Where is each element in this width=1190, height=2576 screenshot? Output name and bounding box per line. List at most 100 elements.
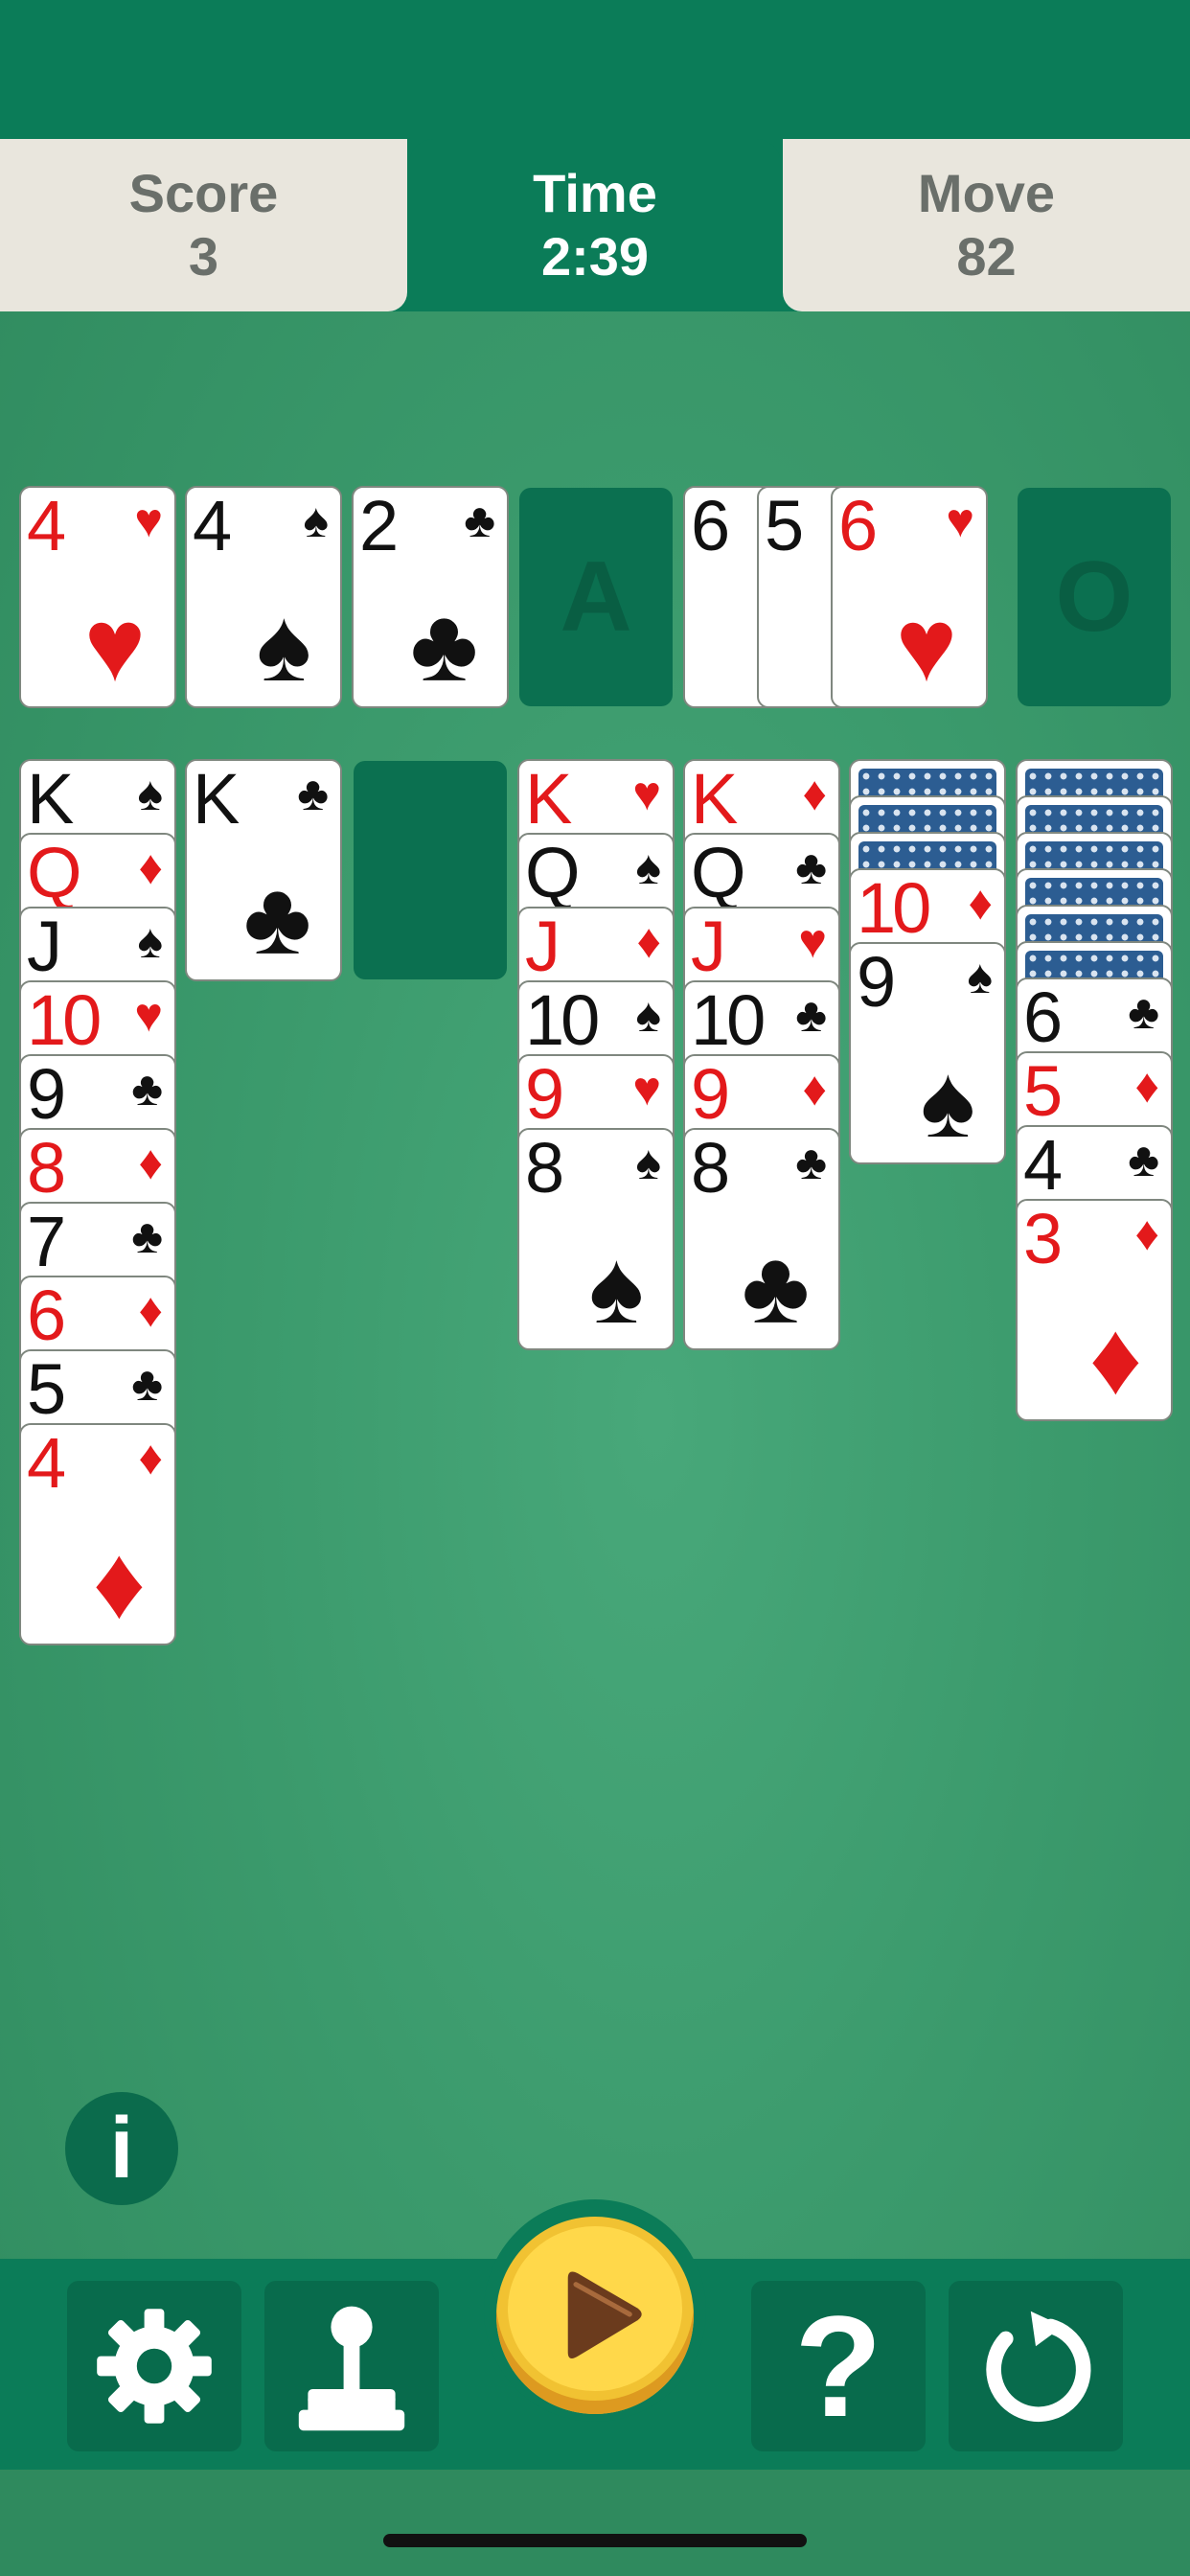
games-button[interactable] — [264, 2281, 439, 2451]
card-suit-icon: ♦ — [138, 1136, 163, 1189]
play-icon — [567, 2271, 642, 2358]
card-rank: 9 — [691, 1054, 730, 1134]
time-value: 2:39 — [540, 226, 650, 287]
card-center-suit-icon: ♥ — [83, 586, 146, 702]
card-center-suit-icon: ♠ — [256, 586, 311, 702]
card-rank: 8 — [691, 1128, 730, 1208]
status-area — [0, 0, 1190, 139]
info-icon: i — [109, 2100, 134, 2196]
tableau-empty-slot[interactable] — [354, 761, 507, 979]
card-center-suit-icon: ♠ — [920, 1043, 975, 1159]
card-rank: 5 — [27, 1349, 66, 1429]
card-rank: K — [193, 759, 240, 839]
tableau-card[interactable]: 8 ♣ ♣ — [683, 1128, 840, 1350]
card-suit-icon: ♦ — [138, 1431, 163, 1484]
card-center-suit-icon: ♣ — [742, 1229, 810, 1345]
info-button[interactable]: i — [65, 2092, 178, 2205]
card-rank: K — [525, 759, 572, 839]
card-center-suit-icon: ♦ — [1088, 1300, 1142, 1415]
play-button[interactable] — [496, 2217, 694, 2414]
restart-icon — [986, 2311, 1091, 2423]
card-suit-icon: ♠ — [137, 767, 163, 820]
card-rank: 2 — [359, 486, 399, 565]
move-panel: Move 82 — [783, 139, 1190, 311]
score-value: 3 — [188, 226, 219, 287]
move-value: 82 — [956, 226, 1017, 287]
card-rank: K — [691, 759, 738, 839]
card-rank: Q — [691, 833, 746, 912]
card-rank: 4 — [27, 1423, 66, 1503]
card-suit-icon: ♠ — [303, 494, 329, 547]
waste-card[interactable]: 6 ♥ ♥ — [831, 486, 988, 708]
card-suit-icon: ♦ — [968, 876, 993, 930]
card-center-suit-icon: ♦ — [92, 1524, 146, 1640]
stock-recycle-slot[interactable]: O — [1018, 488, 1171, 706]
card-rank: 6 — [838, 486, 878, 565]
card-rank: 10 — [691, 980, 766, 1060]
card-suit-icon: ♣ — [795, 840, 827, 894]
card-suit-icon: ♣ — [131, 1209, 163, 1263]
tableau-card[interactable]: 4 ♦ ♦ — [19, 1423, 176, 1645]
restart-button[interactable] — [949, 2281, 1123, 2451]
card-suit-icon: ♣ — [795, 1136, 827, 1189]
home-indicator — [383, 2534, 807, 2547]
card-suit-icon: ♣ — [131, 1357, 163, 1411]
time-panel: Time 2:39 — [409, 139, 781, 311]
move-label: Move — [917, 163, 1056, 223]
card-rank: 5 — [1023, 1051, 1063, 1131]
card-rank: 9 — [525, 1054, 564, 1134]
card-rank: Q — [27, 833, 82, 912]
tableau-card[interactable]: K ♣ ♣ — [185, 759, 342, 981]
card-suit-icon: ♠ — [635, 988, 661, 1042]
card-suit-icon: ♥ — [798, 914, 827, 968]
time-label: Time — [533, 163, 657, 223]
card-suit-icon: ♦ — [802, 767, 827, 820]
recycle-icon: O — [1055, 540, 1133, 653]
card-rank: 6 — [1023, 978, 1063, 1057]
foundation-empty-slot[interactable]: A — [519, 488, 673, 706]
card-rank: 8 — [27, 1128, 66, 1208]
tableau-card[interactable]: 9 ♠ ♠ — [849, 942, 1006, 1164]
card-rank: 10 — [27, 980, 102, 1060]
foundation-pile[interactable]: 4 ♠ ♠ — [185, 486, 342, 708]
home-indicator-area — [0, 2470, 1190, 2576]
card-rank: 8 — [525, 1128, 564, 1208]
card-suit-icon: ♣ — [131, 1062, 163, 1116]
card-rank: J — [27, 907, 62, 986]
score-label: Score — [128, 163, 279, 223]
card-rank: 4 — [193, 486, 232, 565]
tableau-card[interactable]: 3 ♦ ♦ — [1016, 1199, 1173, 1421]
foundation-pile[interactable]: 2 ♣ ♣ — [352, 486, 509, 708]
card-suit-icon: ♦ — [138, 1283, 163, 1337]
card-suit-icon: ♠ — [635, 840, 661, 894]
card-suit-icon: ♣ — [795, 988, 827, 1042]
tableau-card[interactable]: 8 ♠ ♠ — [517, 1128, 675, 1350]
ace-placeholder: A — [560, 540, 632, 653]
card-suit-icon: ♥ — [632, 1062, 661, 1116]
gear-icon — [97, 2309, 212, 2424]
card-center-suit-icon: ♥ — [895, 586, 957, 702]
card-center-suit-icon: ♠ — [588, 1229, 644, 1345]
card-rank: 4 — [27, 486, 66, 565]
card-suit-icon: ♣ — [464, 494, 495, 547]
foundation-pile[interactable]: 4 ♥ ♥ — [19, 486, 176, 708]
settings-button[interactable] — [67, 2281, 241, 2451]
card-rank: 9 — [27, 1054, 66, 1134]
card-rank: 5 — [765, 486, 804, 565]
card-suit-icon: ♥ — [632, 767, 661, 820]
card-suit-icon: ♦ — [636, 914, 661, 968]
card-suit-icon: ♣ — [1128, 985, 1159, 1039]
card-suit-icon: ♣ — [1128, 1133, 1159, 1186]
stats-bar: Score 3 Time 2:39 Move 82 — [0, 139, 1190, 311]
hint-button[interactable]: ? — [751, 2281, 926, 2451]
card-suit-icon: ♥ — [134, 494, 163, 547]
card-rank: 7 — [27, 1202, 66, 1281]
card-rank: 9 — [857, 942, 896, 1022]
card-suit-icon: ♦ — [802, 1062, 827, 1116]
card-rank: 6 — [27, 1276, 66, 1355]
score-panel: Score 3 — [0, 139, 407, 311]
card-rank: 4 — [1023, 1125, 1063, 1205]
card-rank: 10 — [525, 980, 600, 1060]
card-rank: 3 — [1023, 1199, 1063, 1278]
card-suit-icon: ♠ — [967, 950, 993, 1003]
